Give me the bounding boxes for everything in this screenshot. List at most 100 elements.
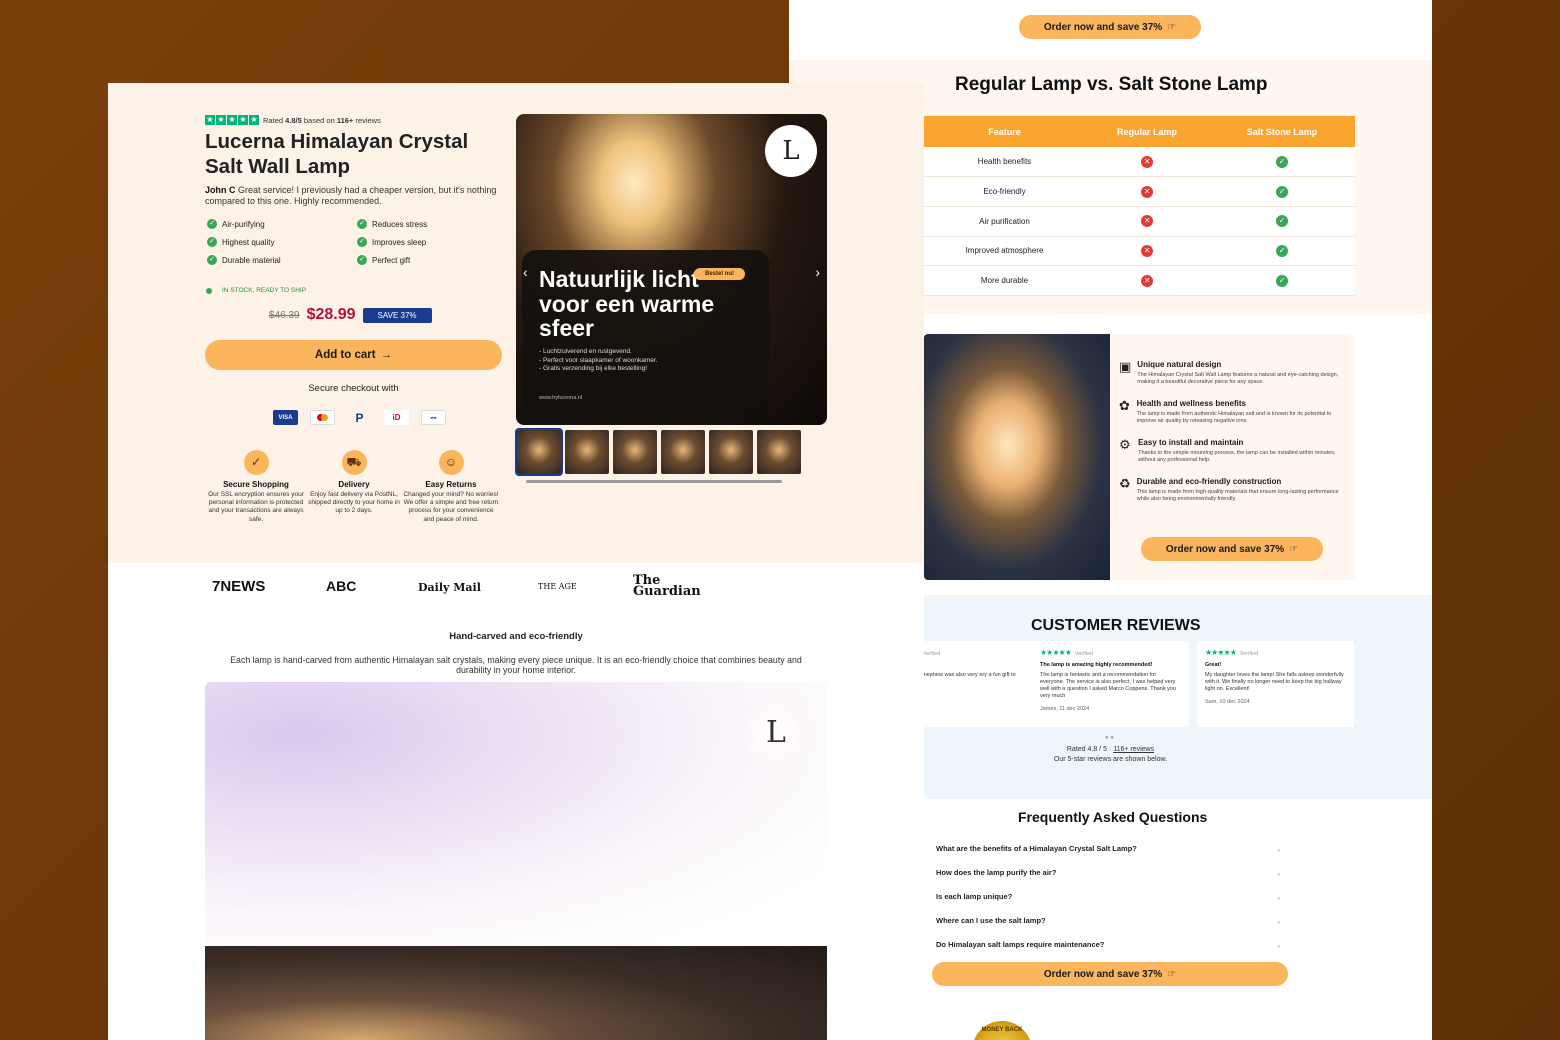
thumbnail-scrollbar[interactable]	[526, 480, 782, 483]
table-row: More durable ✕ ✓	[924, 265, 1355, 296]
chevron-down-icon: ⌄	[1275, 916, 1282, 925]
col-feature: Feature	[924, 116, 1085, 147]
promo-bullet: - Perfect voor slaapkamer of woonkamer.	[539, 356, 658, 364]
promo-url: www.trylucerna.nl	[539, 395, 583, 401]
benefits-list: ✓ Air-purifying ✓ Reduces stress ✓ Highest …	[207, 219, 507, 265]
check-icon: ✓	[357, 237, 367, 247]
reviews-link[interactable]: 116+ reviews	[1113, 746, 1154, 753]
trust-text: Enjoy fast delivery via PostNL, shipped …	[308, 491, 400, 515]
review-text: My daughter loves the lamp! She falls as…	[1205, 672, 1344, 692]
promo-card: Natuurlijk licht voor een warme sfeer Be…	[522, 250, 769, 423]
lamp-photo	[924, 334, 1110, 580]
rating-score: 4.8/5	[285, 115, 302, 125]
check-icon: ✓	[207, 219, 217, 229]
recycle-icon: ♻	[1119, 476, 1131, 491]
feature-item: ▣ Unique natural design The Himalayan Cr…	[1119, 360, 1347, 386]
features-card: ▣ Unique natural design The Himalayan Cr…	[924, 334, 1355, 580]
rating-middle: based on	[301, 115, 337, 125]
gallery-thumbnail[interactable]	[757, 430, 801, 474]
check-icon: ✓	[1276, 244, 1289, 257]
trust-item-delivery: ⛟ Delivery Enjoy fast delivery via PostN…	[306, 450, 402, 516]
faq-question: What are the benefits of a Himalayan Cry…	[936, 844, 1137, 853]
features-list: ▣ Unique natural design The Himalayan Cr…	[1119, 360, 1347, 516]
press-logo-abc: ABC	[326, 578, 357, 594]
gallery-thumbnail[interactable]	[565, 430, 609, 474]
feature-item: ✿ Health and wellness benefits The lamp …	[1119, 399, 1347, 425]
comparison-title: Regular Lamp vs. Salt Stone Lamp	[955, 74, 1268, 95]
trust-text: Our SSL encryption ensures your personal…	[208, 491, 304, 523]
table-row: Eco-friendly ✕ ✓	[924, 176, 1355, 207]
top-cta-strip: Order now and save 37% ☞	[789, 0, 1432, 60]
order-now-button-faq[interactable]: Order now and save 37% ☞	[932, 962, 1288, 986]
chevron-left-icon[interactable]: ‹	[523, 264, 528, 280]
product-gallery-main-image[interactable]: L Natuurlijk licht voor een warme sfeer …	[516, 114, 827, 425]
old-price: $46.39	[269, 309, 300, 321]
check-icon: ✓	[357, 219, 367, 229]
benefit-label: Improves sleep	[372, 237, 427, 247]
carousel-dots[interactable]: ● ●	[1105, 735, 1114, 741]
chevron-right-icon[interactable]: ›	[815, 264, 820, 280]
brand-logo: L	[765, 125, 817, 177]
payment-methods: VISA P iD ▰▰	[273, 410, 446, 425]
hand-pointer-icon: ☞	[1167, 968, 1177, 980]
product-title: Lucerna Himalayan Crystal Salt Wall Lamp	[205, 130, 469, 178]
money-back-seal: MONEY BACK	[972, 1021, 1032, 1040]
cross-icon: ✕	[1141, 185, 1154, 198]
paypal-icon: P	[355, 410, 364, 425]
review-card: ★★★★★ Verified The lamp is amazing highly…	[1032, 641, 1189, 727]
rating-prefix: Rated	[263, 115, 286, 125]
feature-text: This lamp is made from high-quality mate…	[1136, 489, 1339, 502]
benefit-item: ✓ Perfect gift	[357, 255, 507, 265]
order-now-button-features[interactable]: Order now and save 37% ☞	[1141, 537, 1323, 561]
rating-count: 116+	[336, 115, 354, 125]
table-row: Air purification ✕ ✓	[924, 206, 1355, 237]
add-to-cart-button[interactable]: Add to cart →	[205, 340, 502, 370]
seal-text: MONEY BACK	[981, 1027, 1023, 1033]
faq-item[interactable]: Where can I use the salt lamp? ⌄	[936, 916, 1282, 925]
feature-item: ♻ Durable and eco-friendly construction …	[1119, 477, 1347, 503]
faq-question: How does the lamp purify the air?	[936, 868, 1057, 877]
feature-text: The Himalayan Crystal Salt Wall Lamp fea…	[1137, 372, 1339, 385]
press-logo-the-age: THE AGE	[538, 582, 577, 591]
review-text: Great service! I previously had a cheape…	[205, 185, 497, 206]
faq-item[interactable]: What are the benefits of a Himalayan Cry…	[936, 844, 1282, 853]
faq-item[interactable]: Is each lamp unique? ⌄	[936, 892, 1282, 901]
smiley-icon: ☺	[438, 450, 464, 475]
brand-logo: L	[745, 702, 807, 764]
shield-check-icon: ✓	[243, 450, 269, 475]
lifestyle-photo	[205, 946, 827, 1040]
review-author: James, 11 dec 2024	[1040, 706, 1090, 712]
chevron-down-icon: ⌄	[1275, 940, 1282, 949]
col-regular-lamp: Regular Lamp	[1084, 116, 1210, 147]
feature-label: Health benefits	[924, 147, 1085, 178]
feature-title: Health and wellness benefits	[1136, 399, 1246, 408]
benefit-label: Perfect gift	[372, 255, 411, 265]
gallery-thumbnail[interactable]	[709, 430, 753, 474]
order-now-button-top[interactable]: Order now and save 37% ☞	[1019, 15, 1201, 39]
trust-title: Delivery	[338, 480, 370, 489]
review-text: The lamp is fantastic and a recommendati…	[1040, 672, 1176, 699]
promo-bullet: - Luchtzuiverend en rustgevend.	[539, 348, 632, 355]
verified-label: Verified	[921, 651, 941, 657]
check-icon: ✓	[207, 237, 217, 247]
gallery-thumbnail[interactable]	[613, 430, 657, 474]
cross-icon: ✕	[1141, 215, 1154, 228]
secure-checkout-title: Secure checkout with	[308, 383, 399, 394]
order-now-label: Order now and save 37%	[1043, 968, 1163, 980]
faq-item[interactable]: Do Himalayan salt lamps require maintena…	[936, 940, 1282, 949]
rated-prefix: Rated 4.8 / 5 ·	[1066, 746, 1114, 753]
trust-title: Secure Shopping	[223, 480, 289, 489]
review-author: Sam, 10 dec 2024	[1205, 699, 1250, 705]
benefit-label: Reduces stress	[372, 219, 428, 229]
left-page-preview: ★ ★ ★ ★ ★ Rated 4.8/5 based on 116+ reviews …	[108, 83, 924, 1040]
promo-bullet: - Gratis verzending bij elke bestelling!	[539, 365, 648, 372]
benefit-label: Highest quality	[222, 237, 275, 247]
review-title: Great!	[1205, 662, 1222, 668]
faq-title: Frequently Asked Questions	[1018, 809, 1208, 825]
faq-item[interactable]: How does the lamp purify the air? ⌄	[936, 868, 1282, 877]
comparison-table: Feature Regular Lamp Salt Stone Lamp Hea…	[924, 116, 1355, 296]
visa-icon: VISA	[273, 410, 298, 425]
arrow-right-icon: →	[380, 349, 393, 361]
gallery-thumbnail[interactable]	[515, 428, 563, 476]
gallery-thumbnail[interactable]	[661, 430, 705, 474]
